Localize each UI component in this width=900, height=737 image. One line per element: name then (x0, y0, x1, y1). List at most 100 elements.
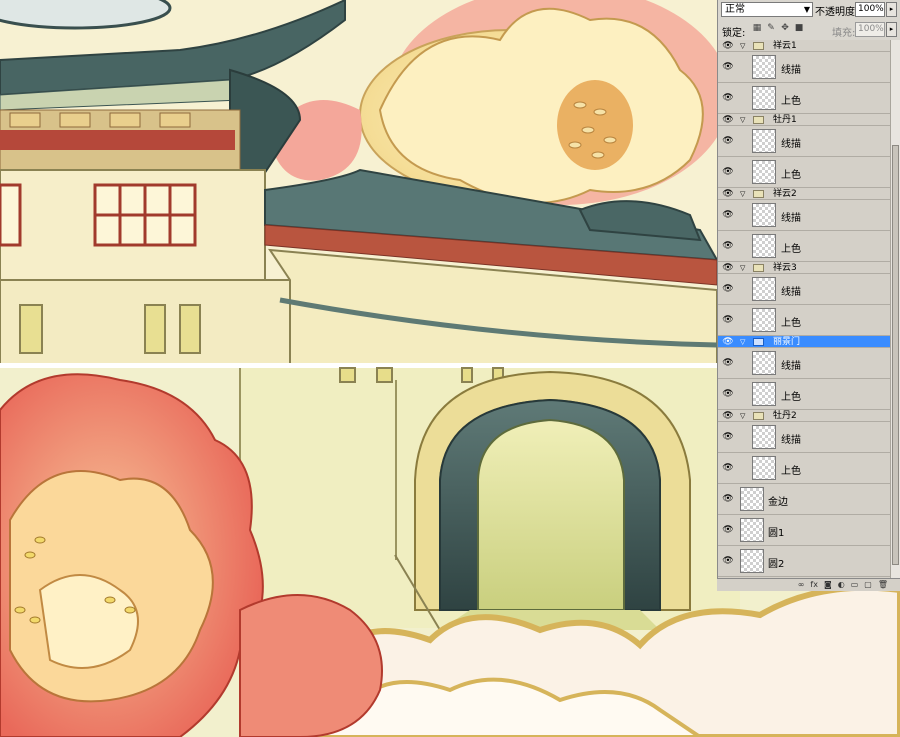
layer-thumbnail (752, 203, 776, 227)
trash-icon[interactable]: 🗑 (878, 579, 888, 591)
layer-thumbnail (752, 456, 776, 480)
eye-icon[interactable]: 👁 (722, 189, 734, 199)
layer-name: 上色 (781, 244, 801, 255)
opacity-stepper-button[interactable]: ▸ (886, 2, 897, 17)
layer-row[interactable]: 👁 上色 (718, 157, 890, 188)
layers-panel[interactable]: 正常 ▼ 不透明度: 100% ▸ 锁定: ▦ ✎ ✥ ■ 填充: 100% ▸… (717, 0, 900, 591)
lock-label: 锁定: (722, 28, 746, 39)
layer-row[interactable]: 👁 线描 (718, 348, 890, 379)
eye-icon[interactable]: 👁 (722, 136, 734, 146)
layer-name: 线描 (781, 361, 801, 372)
layer-name: 上色 (781, 392, 801, 403)
eye-icon[interactable]: 👁 (722, 62, 734, 72)
eye-icon[interactable]: 👁 (722, 284, 734, 294)
layer-group-row[interactable]: 👁 ▽ 丽景门 (718, 336, 890, 348)
layer-name: 金边 (768, 497, 788, 508)
layer-name: 圆2 (768, 559, 785, 570)
layer-row[interactable]: 👁 线描 (718, 200, 890, 231)
opacity-input[interactable]: 100% (855, 2, 885, 17)
eye-icon[interactable]: 👁 (722, 556, 734, 566)
layer-thumbnail (752, 308, 776, 332)
eye-icon[interactable]: 👁 (722, 432, 734, 442)
layer-thumbnail (752, 277, 776, 301)
layer-name: 线描 (781, 213, 801, 224)
fx-icon[interactable]: fx (810, 579, 818, 591)
layer-name: 祥云2 (773, 189, 797, 199)
layer-name: 上色 (781, 318, 801, 329)
layer-name: 丽景门 (773, 337, 801, 347)
eye-icon[interactable]: 👁 (722, 337, 734, 347)
eye-icon[interactable]: 👁 (722, 241, 734, 251)
folder-icon (753, 412, 764, 420)
mask-icon[interactable]: ◙ (824, 579, 832, 591)
layer-group-row[interactable]: 👁 ▽ 祥云2 (718, 188, 890, 200)
eye-icon[interactable]: 👁 (722, 463, 734, 473)
link-icon[interactable]: ∞ (798, 579, 805, 591)
eye-icon[interactable]: 👁 (722, 389, 734, 399)
layer-thumbnail (752, 86, 776, 110)
folder-icon (753, 264, 764, 272)
eye-icon[interactable]: 👁 (722, 167, 734, 177)
eye-icon[interactable]: 👁 (722, 525, 734, 535)
fill-label: 填充: (832, 28, 856, 39)
layer-thumbnail (740, 549, 764, 573)
layer-thumbnail (752, 160, 776, 184)
lock-paint-icon[interactable]: ✎ (766, 23, 776, 34)
layer-row[interactable]: 👁 圆1 (718, 515, 890, 546)
layer-name: 线描 (781, 287, 801, 298)
layer-row[interactable]: 👁 线描 (718, 126, 890, 157)
layer-thumbnail (752, 129, 776, 153)
layer-row[interactable]: 👁 上色 (718, 453, 890, 484)
layer-row[interactable]: 👁 上色 (718, 379, 890, 410)
lock-buttons: ▦ ✎ ✥ ■ (752, 23, 804, 34)
layer-list-scrollbar[interactable] (890, 40, 900, 578)
blend-mode-select[interactable]: 正常 ▼ (721, 2, 813, 17)
expand-caret-icon[interactable]: ▽ (740, 114, 745, 126)
fill-stepper-button[interactable]: ▸ (886, 22, 897, 37)
layer-row[interactable]: 👁 上色 (718, 83, 890, 114)
eye-icon[interactable]: 👁 (722, 315, 734, 325)
scrollbar-thumb[interactable] (892, 145, 899, 565)
eye-icon[interactable]: 👁 (722, 494, 734, 504)
layer-row[interactable]: 👁 上色 (718, 231, 890, 262)
layer-row[interactable]: 👁 线描 (718, 422, 890, 453)
layer-row[interactable]: 👁 上色 (718, 305, 890, 336)
layer-name: 线描 (781, 139, 801, 150)
eye-icon[interactable]: 👁 (722, 411, 734, 421)
layer-row[interactable]: 👁 线描 (718, 52, 890, 83)
layer-row[interactable]: 👁 金边 (718, 484, 890, 515)
layer-name: 上色 (781, 96, 801, 107)
adjustment-icon[interactable]: ◐ (838, 579, 845, 591)
expand-caret-icon[interactable]: ▽ (740, 410, 745, 422)
layer-group-row[interactable]: 👁 ▽ 牡丹1 (718, 114, 890, 126)
layer-name: 祥云1 (773, 41, 797, 51)
expand-caret-icon[interactable]: ▽ (740, 262, 745, 274)
eye-icon[interactable]: 👁 (722, 358, 734, 368)
layer-group-row[interactable]: 👁 ▽ 祥云1 (718, 40, 890, 52)
layer-group-row[interactable]: 👁 ▽ 牡丹2 (718, 410, 890, 422)
blend-mode-value: 正常 (725, 4, 745, 15)
layer-group-row[interactable]: 👁 ▽ 祥云3 (718, 262, 890, 274)
eye-icon[interactable]: 👁 (722, 210, 734, 220)
eye-icon[interactable]: 👁 (722, 263, 734, 273)
expand-caret-icon[interactable]: ▽ (740, 336, 745, 348)
expand-caret-icon[interactable]: ▽ (740, 40, 745, 52)
layer-name: 线描 (781, 435, 801, 446)
new-group-icon[interactable]: ▭ (851, 579, 859, 591)
eye-icon[interactable]: 👁 (722, 41, 734, 51)
lock-move-icon[interactable]: ✥ (780, 23, 790, 34)
layer-name: 祥云3 (773, 263, 797, 273)
expand-caret-icon[interactable]: ▽ (740, 188, 745, 200)
gate-arch (394, 370, 691, 631)
layer-row[interactable]: 👁 线描 (718, 274, 890, 305)
lock-all-icon[interactable]: ■ (794, 23, 804, 34)
layers-panel-options: 正常 ▼ 不透明度: 100% ▸ 锁定: ▦ ✎ ✥ ■ 填充: 100% ▸ (718, 0, 900, 41)
fill-input[interactable]: 100% (855, 22, 885, 37)
layer-row[interactable]: 👁 圆2 (718, 546, 890, 577)
upper-scene (0, 0, 730, 366)
eye-icon[interactable]: 👁 (722, 93, 734, 103)
layer-list: 👁 ▽ 祥云1 👁 线描 👁 上色 👁 ▽ 牡丹1 👁 线描 👁 上色 👁 ▽ 祥云2 👁 线描 👁 上色 👁 ▽ 祥云3 👁 线… (718, 40, 890, 578)
lock-transparent-icon[interactable]: ▦ (752, 23, 762, 34)
new-layer-icon[interactable]: ▢ (864, 579, 872, 591)
eye-icon[interactable]: 👁 (722, 115, 734, 125)
